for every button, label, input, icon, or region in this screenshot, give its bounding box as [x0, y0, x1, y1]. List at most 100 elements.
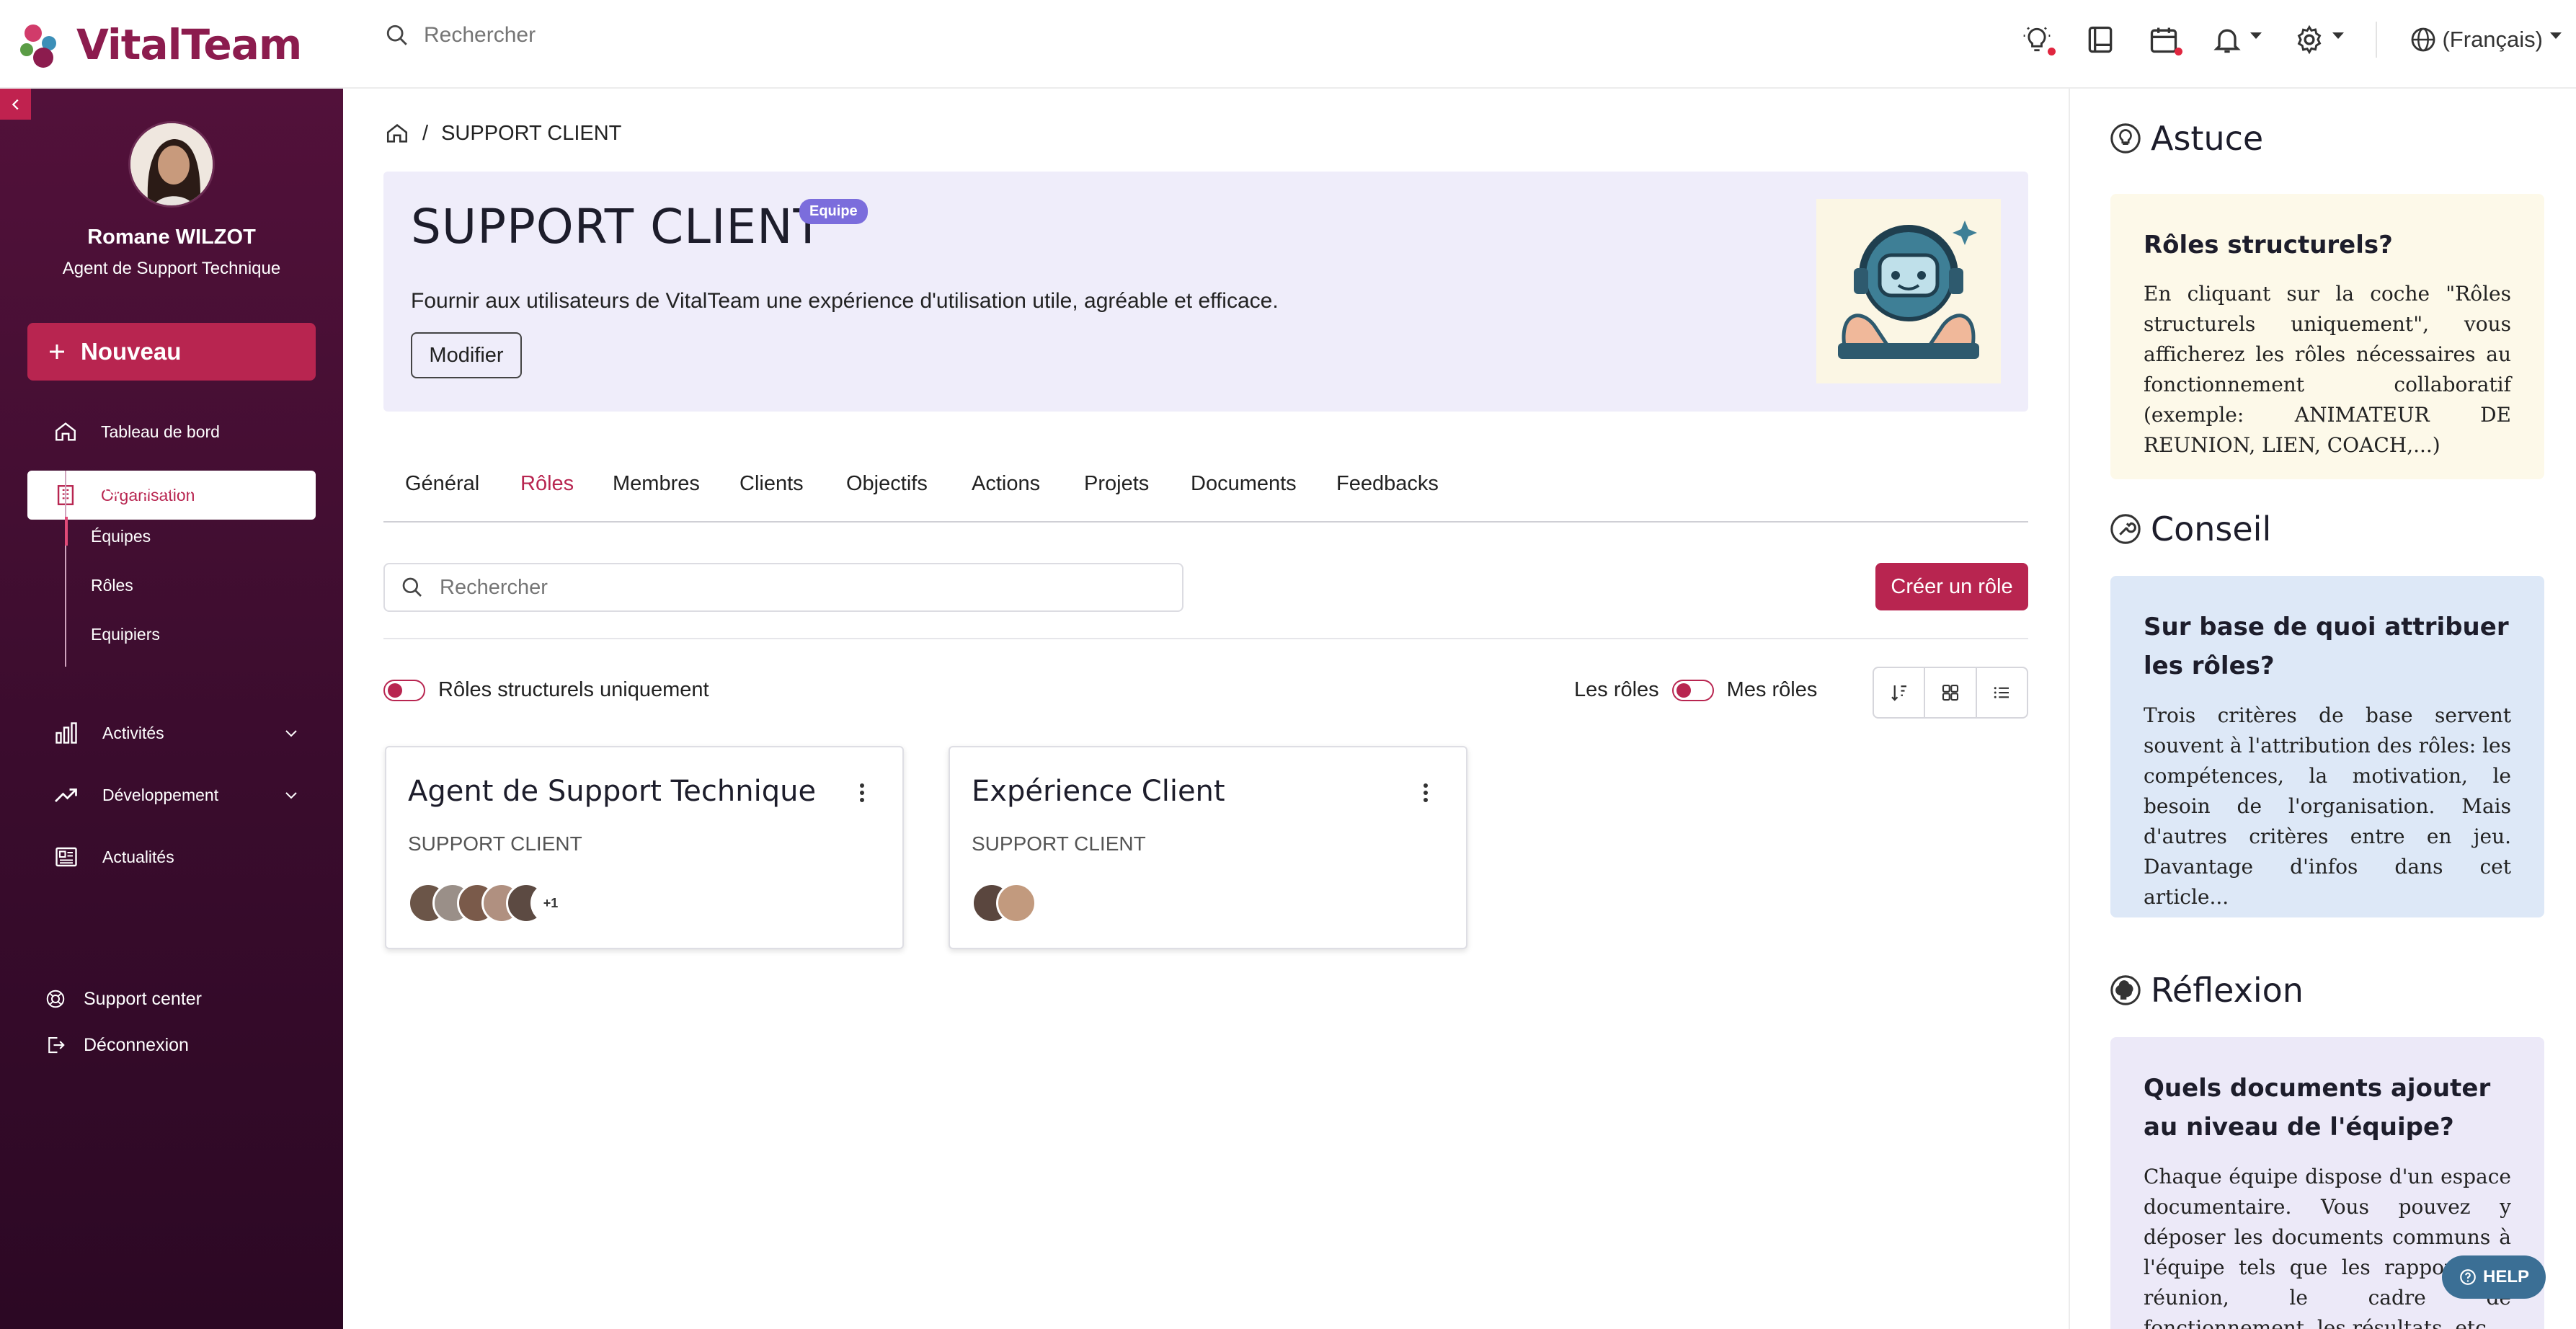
modify-button[interactable]: Modifier — [411, 332, 522, 378]
logout-link[interactable]: Déconnexion — [45, 1034, 189, 1056]
advice-heading-label: Conseil — [2151, 510, 2272, 548]
role-card[interactable]: Agent de Support Technique SUPPORT CLIEN… — [385, 746, 904, 949]
lifebuoy-icon — [46, 990, 65, 1008]
avatar[interactable] — [128, 121, 215, 208]
tip-heading-label: Astuce — [2151, 119, 2264, 158]
organisation-subnav: Organigramme Équipes Rôles Equipiers — [65, 471, 324, 667]
home-icon — [55, 422, 76, 441]
tab-general[interactable]: Général — [405, 472, 479, 496]
grid-view-button[interactable] — [1925, 668, 1977, 717]
role-members: +1 — [408, 883, 571, 923]
sidebar: Romane WILZOT Agent de Support Technique… — [0, 89, 343, 1329]
team-header: SUPPORT CLIENT Equipe Fournir aux utilis… — [383, 172, 2028, 412]
sidebar-item-developpement[interactable]: Développement — [27, 770, 316, 819]
view-switcher — [1873, 667, 2028, 719]
help-panel: Astuce Rôles structurels? En cliquant su… — [2069, 89, 2576, 1329]
globe-icon — [2412, 27, 2435, 52]
trend-up-icon — [55, 788, 77, 802]
notifications-button[interactable] — [2211, 24, 2262, 55]
global-search[interactable] — [385, 23, 856, 48]
brain-icon — [2110, 975, 2141, 1005]
app-logo[interactable]: VitalTeam — [20, 16, 302, 74]
list-icon — [1994, 687, 2009, 698]
wrench-icon — [2110, 514, 2141, 544]
team-image — [1816, 199, 2001, 383]
tips-button[interactable] — [2021, 24, 2056, 55]
tab-projets[interactable]: Projets — [1084, 472, 1149, 496]
breadcrumb: / SUPPORT CLIENT — [385, 121, 621, 146]
avatar[interactable] — [996, 883, 1036, 923]
language-selector[interactable]: (Français) — [2409, 25, 2562, 54]
tab-documents[interactable]: Documents — [1191, 472, 1297, 496]
divider — [2376, 22, 2378, 58]
sidebar-subitem-roles[interactable]: Rôles — [91, 576, 133, 595]
avatar-portrait — [130, 123, 213, 205]
breadcrumb-separator: / — [422, 121, 429, 145]
tab-membres[interactable]: Membres — [613, 472, 700, 496]
guide-button[interactable] — [2084, 24, 2116, 55]
roles-search-input[interactable] — [440, 575, 1088, 600]
sort-icon — [1891, 685, 1906, 701]
more-vertical-icon[interactable] — [1421, 782, 1430, 804]
language-label: (Français) — [2442, 27, 2543, 52]
bar-chart-icon — [55, 722, 77, 744]
tab-clients[interactable]: Clients — [740, 472, 804, 496]
structural-roles-toggle[interactable] — [383, 679, 425, 701]
role-title: Agent de Support Technique — [408, 775, 817, 808]
sidebar-subitem-equipiers[interactable]: Equipiers — [91, 625, 160, 644]
sidebar-item-dashboard[interactable]: Tableau de bord — [27, 407, 316, 456]
grid-icon — [1942, 684, 1959, 701]
sidebar-item-label: Actualités — [102, 847, 174, 866]
user-role: Agent de Support Technique — [62, 259, 281, 278]
sidebar-item-activites[interactable]: Activités — [27, 708, 316, 757]
chevron-down-icon — [2332, 32, 2345, 39]
newspaper-icon — [55, 847, 77, 867]
tip-title: Rôles structurels? — [2144, 231, 2393, 259]
notification-dot — [2175, 48, 2183, 55]
sidebar-collapse-button[interactable] — [0, 89, 31, 120]
role-title: Expérience Client — [972, 775, 1225, 808]
logout-label: Déconnexion — [84, 1034, 189, 1055]
search-icon — [386, 25, 407, 45]
tab-actions[interactable]: Actions — [972, 472, 1040, 496]
search-icon — [402, 577, 422, 597]
sort-button[interactable] — [1874, 668, 1926, 717]
global-search-input[interactable] — [424, 23, 856, 48]
chevron-left-icon — [12, 99, 19, 110]
book-icon — [2089, 26, 2113, 53]
role-team: SUPPORT CLIENT — [408, 832, 582, 855]
sidebar-subitem-equipes[interactable]: Équipes — [91, 527, 151, 546]
new-button-label: Nouveau — [81, 338, 182, 365]
tab-objectifs[interactable]: Objectifs — [846, 472, 928, 496]
main-content: / SUPPORT CLIENT SUPPORT CLIENT Equipe F… — [343, 89, 2069, 1329]
create-role-button[interactable]: Créer un rôle — [1875, 563, 2028, 610]
les-roles-label: Les rôles — [1574, 678, 1659, 701]
home-icon[interactable] — [385, 121, 409, 146]
page-title: SUPPORT CLIENT — [411, 199, 823, 254]
advice-card[interactable]: Sur base de quoi attribuer les rôles? Tr… — [2110, 576, 2544, 917]
sidebar-item-actualites[interactable]: Actualités — [27, 832, 316, 881]
roles-search[interactable] — [383, 563, 1183, 612]
reflection-heading-label: Réflexion — [2151, 971, 2304, 1010]
logo-text: VitalTeam — [76, 20, 302, 69]
reflection-text: Chaque équipe dispose d'un espace docume… — [2144, 1164, 2511, 1329]
sidebar-item-label: Développement — [102, 785, 219, 804]
role-card[interactable]: Expérience Client SUPPORT CLIENT — [949, 746, 1467, 949]
sidebar-item-label: Activités — [102, 723, 164, 742]
more-vertical-icon[interactable] — [858, 782, 866, 804]
settings-button[interactable] — [2293, 24, 2345, 55]
support-center-link[interactable]: Support center — [45, 988, 202, 1010]
structural-filter: Rôles structurels uniquement — [383, 678, 709, 702]
divider — [383, 638, 2028, 639]
help-button[interactable]: HELP — [2442, 1255, 2546, 1299]
calendar-button[interactable] — [2148, 24, 2183, 55]
new-button[interactable]: Nouveau — [27, 323, 316, 381]
sidebar-subitem-organigramme[interactable]: Organigramme — [91, 478, 201, 497]
roles-scope-toggle[interactable] — [1671, 679, 1714, 701]
list-view-button[interactable] — [1977, 668, 2027, 717]
tab-feedbacks[interactable]: Feedbacks — [1336, 472, 1439, 496]
tab-roles[interactable]: Rôles — [520, 472, 574, 496]
more-members-count[interactable]: +1 — [530, 883, 571, 923]
structural-roles-label: Rôles structurels uniquement — [438, 678, 709, 701]
reflection-title: Quels documents ajouter au niveau de l'é… — [2144, 1074, 2491, 1142]
